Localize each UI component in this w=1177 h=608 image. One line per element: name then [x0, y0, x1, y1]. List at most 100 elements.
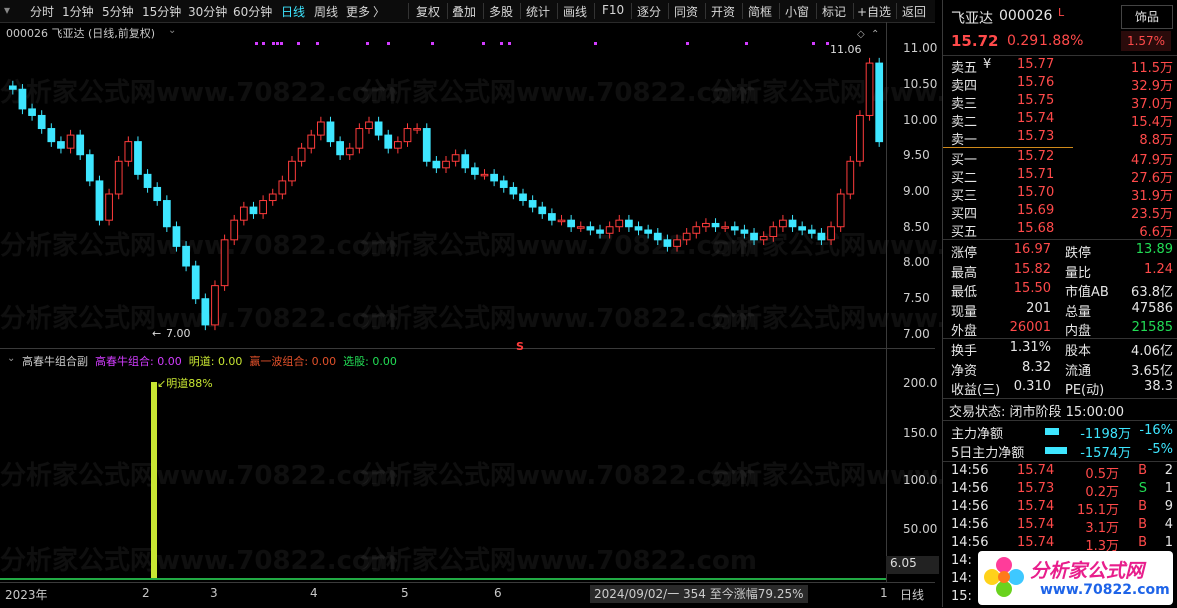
candle-body[interactable]	[769, 226, 778, 238]
date-axis[interactable]: 2023年 2 3 4 5 6 7 8 9 1 2024/09/02/一 354…	[0, 582, 935, 608]
candle-body[interactable]	[28, 108, 36, 116]
candle-body[interactable]	[788, 219, 797, 228]
candle-body[interactable]	[730, 226, 739, 231]
candle-body[interactable]	[230, 219, 239, 241]
candle-body[interactable]	[490, 173, 499, 182]
period-label[interactable]: 日线	[900, 586, 924, 603]
indicator-panel[interactable]	[0, 370, 886, 582]
candle-body[interactable]	[827, 226, 835, 241]
candle-body[interactable]	[605, 226, 614, 234]
candle-body[interactable]	[634, 226, 643, 231]
candle-body[interactable]	[268, 193, 277, 202]
candle-body[interactable]	[211, 285, 219, 326]
candle-body[interactable]	[172, 226, 181, 247]
candle-body[interactable]	[403, 128, 412, 143]
indicator-toggle-icon[interactable]: ⌄	[7, 353, 15, 364]
candle-body[interactable]	[451, 154, 460, 162]
candle-body[interactable]	[365, 121, 373, 130]
candle-body[interactable]	[143, 173, 152, 188]
candle-body[interactable]	[576, 226, 585, 229]
candle-body[interactable]	[519, 193, 527, 202]
candle-body[interactable]	[326, 121, 335, 143]
candle-body[interactable]	[471, 167, 479, 175]
candle-body[interactable]	[856, 114, 864, 162]
candle-body[interactable]	[105, 193, 113, 221]
candle-body[interactable]	[432, 160, 441, 169]
candle-body[interactable]	[759, 236, 768, 241]
candle-body[interactable]	[95, 180, 104, 221]
candle-body[interactable]	[288, 160, 296, 182]
candle-body[interactable]	[625, 219, 633, 228]
candle-body[interactable]	[336, 141, 344, 156]
sector-badge[interactable]: 饰品	[1121, 5, 1173, 29]
candle-body[interactable]	[798, 226, 807, 231]
candle-body[interactable]	[615, 219, 624, 228]
candle-body[interactable]	[663, 239, 672, 247]
candle-body[interactable]	[750, 232, 758, 241]
candle-body[interactable]	[47, 128, 56, 143]
candle-body[interactable]	[259, 200, 267, 215]
candle-body[interactable]	[66, 134, 75, 149]
candle-body[interactable]	[220, 239, 229, 287]
candle-body[interactable]	[422, 128, 431, 162]
candle-body[interactable]	[297, 147, 306, 162]
candle-body[interactable]	[57, 141, 65, 149]
candle-body[interactable]	[201, 298, 210, 326]
candle-body[interactable]	[239, 206, 248, 221]
candle-body[interactable]	[461, 154, 470, 169]
candle-body[interactable]	[182, 245, 190, 267]
candle-body[interactable]	[509, 186, 518, 195]
candle-body[interactable]	[8, 85, 17, 90]
candle-body[interactable]	[740, 229, 749, 234]
candlestick-chart[interactable]	[0, 0, 935, 352]
candle-body[interactable]	[384, 134, 393, 149]
candle-body[interactable]	[249, 206, 258, 215]
candle-body[interactable]	[682, 232, 691, 241]
candle-body[interactable]	[528, 200, 537, 208]
candle-body[interactable]	[702, 222, 710, 228]
candle-body[interactable]	[134, 141, 142, 175]
candle-body[interactable]	[191, 265, 200, 300]
candle-body[interactable]	[538, 206, 547, 215]
collapse-icon[interactable]: ⌃	[871, 29, 879, 40]
ask-volume: 11.5万	[1131, 61, 1173, 76]
candle-body[interactable]	[846, 160, 855, 195]
candle-body[interactable]	[162, 200, 171, 228]
candle-body[interactable]	[557, 219, 566, 223]
candle-body[interactable]	[692, 226, 701, 234]
candle-body[interactable]	[345, 147, 354, 156]
candle-body[interactable]	[653, 232, 662, 241]
candle-body[interactable]	[393, 141, 402, 149]
candle-body[interactable]	[779, 219, 787, 228]
candle-body[interactable]	[85, 154, 94, 182]
candle-body[interactable]	[37, 114, 46, 130]
candle-body[interactable]	[586, 226, 595, 231]
candle-body[interactable]	[721, 226, 730, 229]
candle-body[interactable]	[124, 141, 133, 162]
candle-body[interactable]	[442, 160, 450, 169]
candle-body[interactable]	[413, 128, 421, 131]
candle-body[interactable]	[374, 121, 383, 136]
candle-body[interactable]	[567, 219, 576, 228]
candle-body[interactable]	[673, 239, 681, 247]
candle-body[interactable]	[596, 229, 604, 234]
candle-body[interactable]	[278, 180, 287, 195]
candle-body[interactable]	[875, 62, 884, 143]
candle-body[interactable]	[548, 213, 556, 221]
candle-body[interactable]	[807, 229, 816, 234]
candle-body[interactable]	[76, 134, 85, 156]
candle-body[interactable]	[865, 62, 874, 116]
diamond-icon[interactable]: ◇	[857, 29, 865, 40]
candle-body[interactable]	[836, 193, 845, 228]
candle-body[interactable]	[153, 186, 162, 202]
candle-body[interactable]	[316, 121, 325, 136]
candle-body[interactable]	[18, 88, 27, 110]
candle-body[interactable]	[499, 180, 508, 188]
candle-body[interactable]	[711, 222, 720, 228]
candle-body[interactable]	[307, 134, 316, 149]
candle-body[interactable]	[480, 173, 489, 177]
candle-body[interactable]	[817, 232, 826, 241]
candle-body[interactable]	[355, 128, 364, 149]
candle-body[interactable]	[114, 160, 123, 195]
candle-body[interactable]	[644, 229, 653, 234]
